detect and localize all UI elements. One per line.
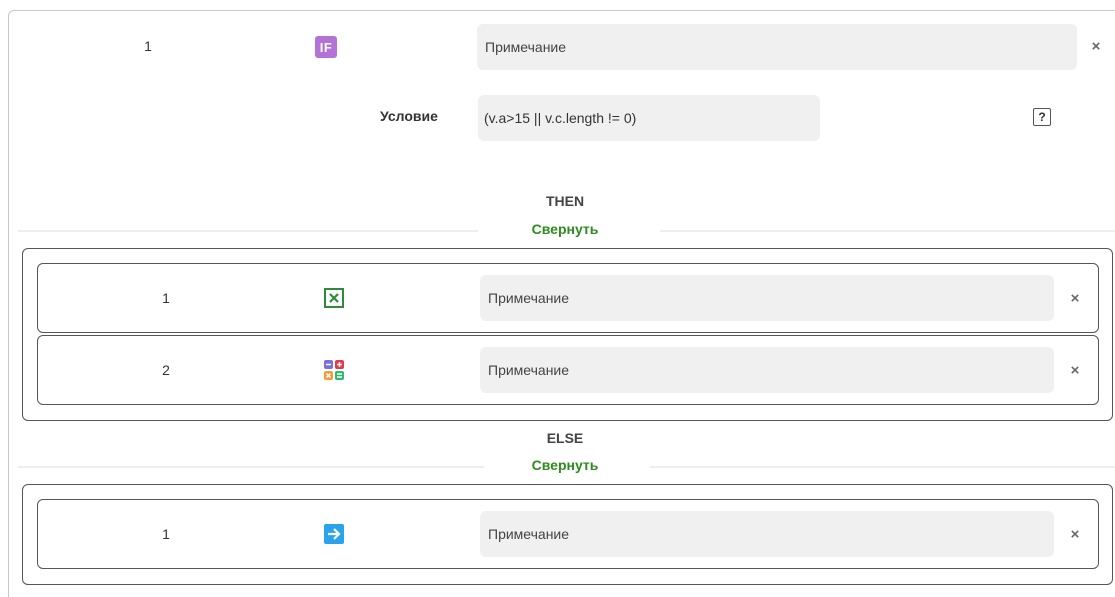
then-step-row: 1 Примечание × xyxy=(37,263,1099,333)
help-icon[interactable]: ? xyxy=(1033,108,1051,126)
divider-right xyxy=(650,466,1115,468)
note-input[interactable]: Примечание xyxy=(480,511,1054,557)
checkbox-x-icon xyxy=(324,288,344,308)
condition-input[interactable]: (v.a>15 || v.c.length != 0) xyxy=(478,95,820,141)
note-input[interactable]: Примечание xyxy=(480,347,1054,393)
else-title: ELSE xyxy=(546,430,584,446)
then-step-row: 2 Примечание × xyxy=(37,335,1099,405)
step-number: 2 xyxy=(162,362,170,378)
close-button[interactable]: × xyxy=(1065,526,1085,543)
step-number: 1 xyxy=(144,38,152,54)
condition-label: Условие xyxy=(380,108,438,124)
close-button[interactable]: × xyxy=(1086,38,1106,55)
calculator-icon xyxy=(324,360,344,380)
close-button[interactable]: × xyxy=(1065,362,1085,379)
step-number: 1 xyxy=(162,290,170,306)
note-input[interactable]: Примечание xyxy=(477,24,1077,70)
else-collapse-link[interactable]: Свернуть xyxy=(505,457,625,473)
divider-left xyxy=(18,466,484,468)
note-input[interactable]: Примечание xyxy=(480,275,1054,321)
then-title: THEN xyxy=(545,193,585,209)
close-button[interactable]: × xyxy=(1065,290,1085,307)
arrow-right-icon xyxy=(324,524,344,544)
divider-left xyxy=(18,230,478,232)
else-step-row: 1 Примечание × xyxy=(37,499,1099,569)
divider-right xyxy=(660,230,1115,232)
step-number: 1 xyxy=(162,526,170,542)
if-icon: IF xyxy=(315,36,337,58)
then-collapse-link[interactable]: Свернуть xyxy=(505,221,625,237)
